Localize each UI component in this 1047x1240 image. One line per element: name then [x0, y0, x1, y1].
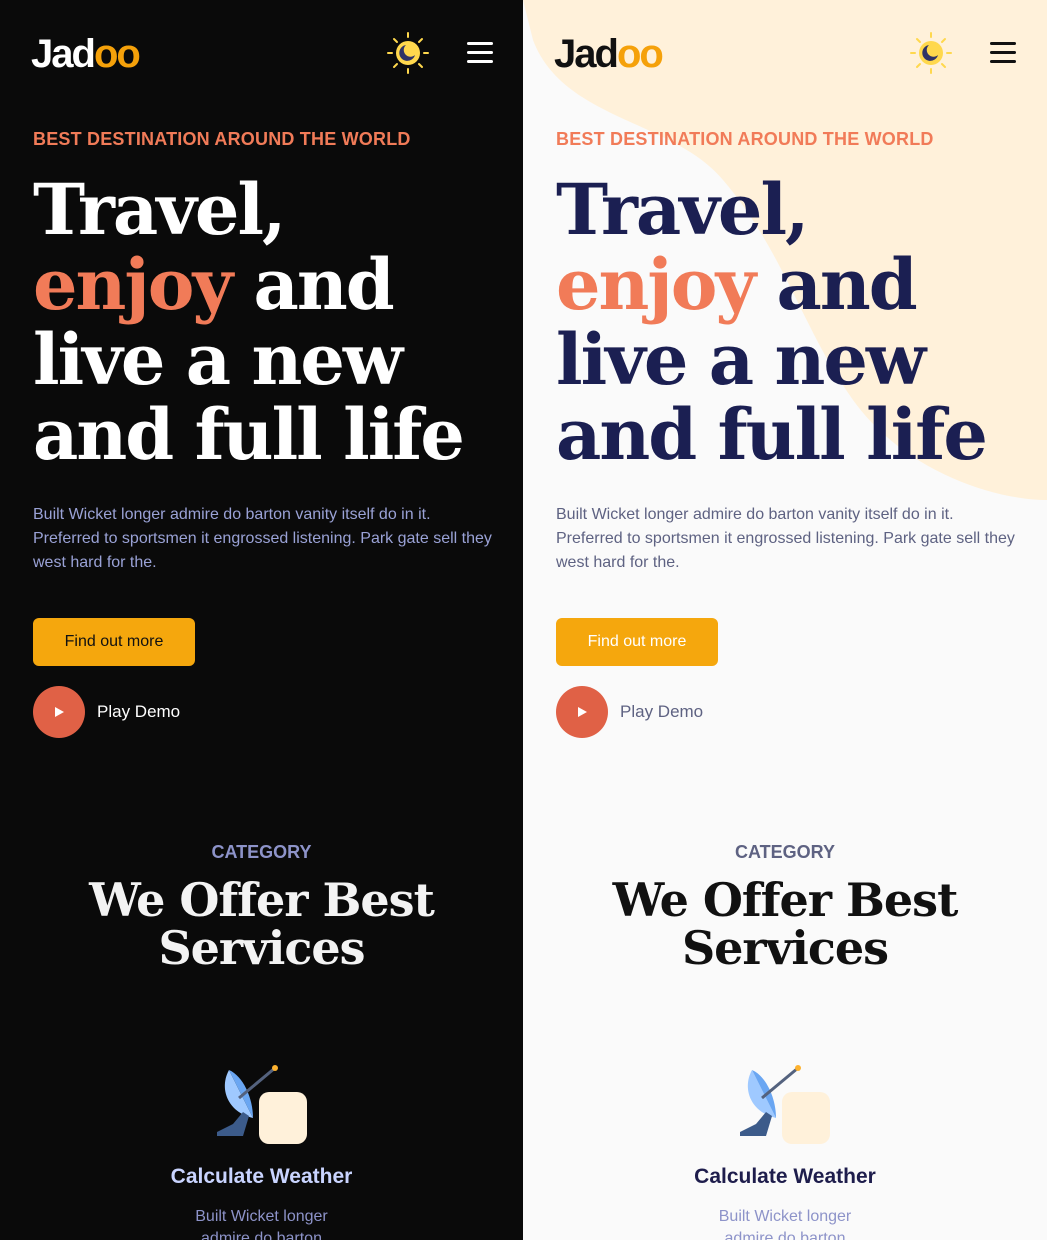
logo-accent: oo [616, 32, 664, 76]
play-icon [556, 686, 608, 738]
category-eyebrow: CATEGORY [734, 842, 835, 862]
hero-line-3: live a new [556, 318, 926, 401]
category-title: We Offer Best Services [523, 876, 1047, 972]
find-out-more-button[interactable]: Find out more [556, 618, 718, 666]
logo[interactable]: Jadoo [554, 32, 664, 77]
category-title-line-2: Services [681, 921, 889, 975]
sun-moon-icon[interactable] [386, 31, 430, 75]
page: Jadoo BEST DESTINATION AROUND THE WORLD [0, 0, 1047, 1240]
hamburger-menu-icon[interactable] [990, 42, 1016, 64]
category-title-line-1: We Offer Best [612, 873, 959, 927]
hamburger-menu-icon[interactable] [467, 42, 493, 64]
service-title: Calculate Weather [694, 1165, 876, 1188]
play-demo-button[interactable]: Play Demo [33, 686, 180, 738]
service-desc-line-2: admire do barton [724, 1230, 846, 1240]
hero-heading: Travel, enjoy and live a new and full li… [33, 172, 503, 472]
play-icon [33, 686, 85, 738]
service-desc-line-2: admire do barton [201, 1230, 322, 1240]
satellite-dish-icon [213, 1062, 309, 1146]
logo-text: Jad [31, 32, 96, 76]
logo-accent: oo [93, 32, 141, 76]
play-demo-button[interactable]: Play Demo [556, 686, 703, 738]
hero-description: Built Wicket longer admire do barton van… [33, 506, 492, 571]
hero-line-2: and [754, 243, 917, 326]
play-demo-label: Play Demo [97, 702, 181, 721]
play-demo-label: Play Demo [620, 702, 704, 721]
hero-eyebrow: BEST DESTINATION AROUND THE WORLD [556, 129, 934, 149]
hero-description: Built Wicket longer admire do barton van… [556, 506, 1015, 571]
hero-line-4: and full life [556, 393, 988, 476]
service-desc-line-1: Built Wicket longer [718, 1208, 852, 1225]
dark-theme-preview: Jadoo BEST DESTINATION AROUND THE WORLD [0, 0, 523, 1240]
hero-line-1: Travel, [556, 168, 809, 251]
hero-line-2: and [231, 243, 394, 326]
category-title-line-1: We Offer Best [89, 873, 435, 927]
satellite-dish-icon [736, 1062, 832, 1146]
category-title: We Offer Best Services [0, 876, 523, 972]
header: Jadoo [0, 0, 523, 110]
find-out-more-button[interactable]: Find out more [33, 618, 195, 666]
logo[interactable]: Jadoo [31, 32, 141, 77]
hero-line-3: live a new [33, 318, 403, 401]
logo-text: Jad [554, 32, 619, 76]
hero-eyebrow: BEST DESTINATION AROUND THE WORLD [33, 129, 411, 149]
service-description: Built Wicket longer admire do barton [523, 1206, 1047, 1240]
hero-line-1: Travel, [33, 168, 286, 251]
service-title: Calculate Weather [170, 1165, 353, 1188]
service-description: Built Wicket longer admire do barton [0, 1206, 523, 1240]
service-desc-line-1: Built Wicket longer [195, 1208, 328, 1225]
hero-accent-word: enjoy [556, 243, 756, 326]
light-theme-preview: Jadoo BEST DESTINATION AROUND THE WORLD [523, 0, 1047, 1240]
hero-heading: Travel, enjoy and live a new and full li… [556, 172, 1026, 472]
hero-line-4: and full life [33, 393, 465, 476]
sun-moon-icon[interactable] [909, 31, 953, 75]
hero-accent-word: enjoy [33, 243, 233, 326]
category-title-line-2: Services [158, 921, 365, 975]
category-eyebrow: CATEGORY [211, 842, 312, 862]
header: Jadoo [523, 0, 1047, 110]
